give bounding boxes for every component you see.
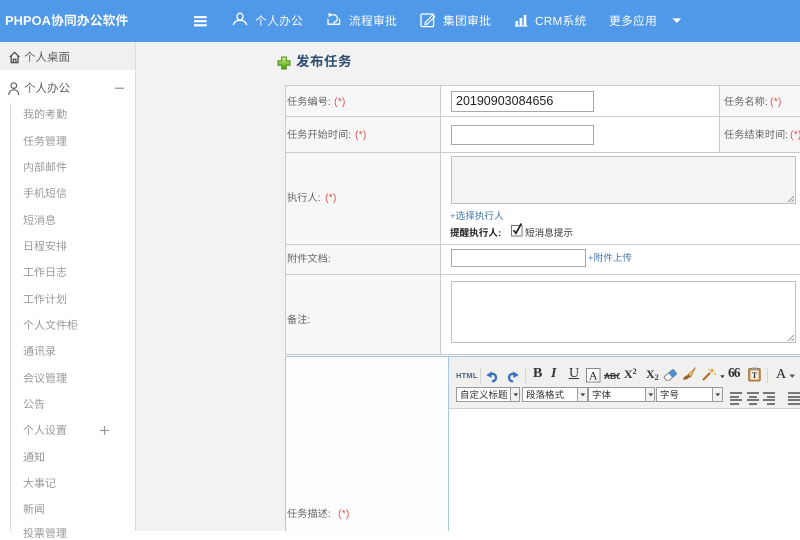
svg-text:A: A bbox=[589, 369, 598, 383]
svg-text:T: T bbox=[752, 371, 758, 380]
